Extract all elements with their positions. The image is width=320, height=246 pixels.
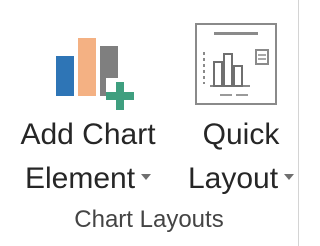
add-chart-element-icon (56, 38, 134, 110)
quick-layout-label-line1: Quick (202, 118, 280, 151)
quick-layout-button[interactable]: Quick Layout (176, 0, 298, 208)
add-chart-element-label-text: Element (24, 162, 136, 195)
chevron-down-icon (284, 174, 295, 181)
chevron-down-icon (141, 174, 152, 181)
group-label: Chart Layouts (74, 206, 224, 233)
chart-layouts-group: Add Chart Element Quick Layout Chart Lay… (0, 0, 298, 246)
quick-layout-label-text: Layout (187, 162, 279, 195)
quick-layout-label-line2: Layout (180, 162, 302, 196)
quick-layout-icon (195, 23, 277, 105)
group-separator (298, 0, 299, 246)
add-chart-element-label-line1: Add Chart (20, 118, 156, 151)
add-chart-element-label-line2: Element (0, 162, 176, 196)
add-chart-element-button[interactable]: Add Chart Element (0, 0, 176, 208)
